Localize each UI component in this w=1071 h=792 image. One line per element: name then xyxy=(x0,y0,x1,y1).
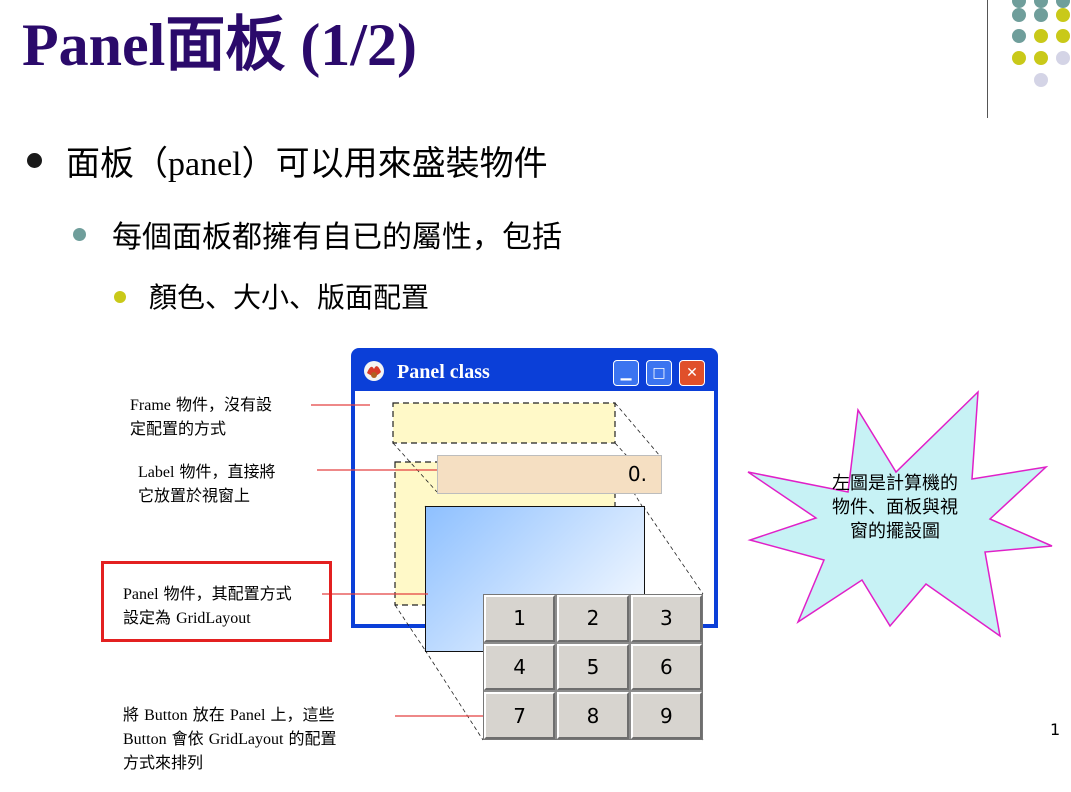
bullet-level1-latin: panel xyxy=(168,146,242,183)
annotation-button-line1: 將 Button 放在 Panel 上，這些 xyxy=(123,703,337,727)
dot-yellow xyxy=(1056,8,1070,22)
annotation-frame-line2: 定配置的方式 xyxy=(130,419,227,438)
annotation-button-text: 放在 xyxy=(187,705,230,724)
bullet-level3: 顏色、大小、版面配置 xyxy=(149,281,430,314)
dot-yellow xyxy=(1034,51,1048,65)
annotation-label-latin: Label xyxy=(138,464,175,481)
bullet-level1: 面板（panel）可以用來盛裝物件 xyxy=(66,136,548,185)
annotation-panel: Panel 物件，其配置方式 設定為 GridLayout xyxy=(123,582,292,630)
maximize-button[interactable]: □ xyxy=(646,360,672,386)
annotation-button-latin: Button xyxy=(144,707,188,724)
keypad-button-8[interactable]: 8 xyxy=(557,692,629,739)
annotation-frame-text: 物件，沒有設 xyxy=(170,395,272,414)
dot-yellow xyxy=(1012,51,1026,65)
dot-yellow xyxy=(1056,29,1070,43)
annotation-button-text: 上，這些 xyxy=(265,705,335,724)
bullet-marker-level1 xyxy=(27,153,42,168)
annotation-button-text: 將 xyxy=(123,705,145,724)
keypad-button-5[interactable]: 5 xyxy=(557,643,629,691)
annotation-button-latin: Panel xyxy=(229,707,266,724)
annotation-label-text: 物件，直接將 xyxy=(174,462,276,481)
maximize-icon: □ xyxy=(652,365,666,381)
title-divider xyxy=(987,0,988,118)
annotation-label-line2: 它放置於視窗上 xyxy=(138,486,251,505)
callout-line: 物件、面板與視 xyxy=(832,497,958,518)
dot-teal xyxy=(1012,0,1026,8)
dot-teal xyxy=(1034,8,1048,22)
keypad-button-2[interactable]: 2 xyxy=(557,595,629,642)
annotation-label: Label 物件，直接將 它放置於視窗上 xyxy=(138,460,276,507)
annotation-button-line2: Button 會依 GridLayout 的配置 xyxy=(123,727,337,751)
bullet-level1-text: 面板（ xyxy=(66,144,168,184)
close-button[interactable]: ✕ xyxy=(679,360,705,386)
keypad-button-7[interactable]: 7 xyxy=(484,692,556,739)
annotation-frame-latin: Frame xyxy=(130,397,171,414)
annotation-frame-line1: Frame 物件，沒有設 xyxy=(130,393,272,417)
window-title: Panel class xyxy=(397,361,490,383)
dot-teal xyxy=(1034,0,1048,8)
callout-line: 左圖是計算機的 xyxy=(832,473,958,494)
annotation-panel-text: 物件，其配置方式 xyxy=(158,584,292,603)
bullet-level1-text-end: ）可以用來盛裝物件 xyxy=(241,144,548,184)
annotation-button: 將 Button 放在 Panel 上，這些 Button 會依 GridLay… xyxy=(123,703,337,774)
annotation-button-latin: GridLayout xyxy=(208,731,284,748)
annotation-button-latin: Button xyxy=(123,731,167,748)
keypad-button-3[interactable]: 3 xyxy=(630,595,702,642)
minimize-button[interactable]: ▁ xyxy=(613,360,639,386)
keypad-button-9[interactable]: 9 xyxy=(630,692,702,739)
annotation-panel-latin: Panel xyxy=(123,586,159,603)
dot-lavender xyxy=(1056,51,1070,65)
dot-teal xyxy=(1056,0,1070,8)
annotation-panel-line2-text: 設定為 xyxy=(123,608,177,627)
annotation-frame: Frame 物件，沒有設 定配置的方式 xyxy=(130,393,272,440)
page-number: 1 xyxy=(1050,720,1061,739)
callout-line: 窗的擺設圖 xyxy=(850,521,940,542)
annotation-button-text: 的配置 xyxy=(283,729,337,748)
slide-title: Panel面板 (1/2) xyxy=(22,12,417,78)
annotation-button-text: 會依 xyxy=(166,729,209,748)
bullet-level2: 每個面板都擁有自已的屬性，包括 xyxy=(112,220,562,255)
bullet-marker-level2 xyxy=(73,228,86,241)
annotation-label-line1: Label 物件，直接將 xyxy=(138,460,276,484)
close-icon: ✕ xyxy=(686,365,698,381)
dot-yellow xyxy=(1034,29,1048,43)
callout-text: 左圖是計算機的 物件、面板與視 窗的擺設圖 xyxy=(800,472,990,544)
annotation-panel-line2: 設定為 GridLayout xyxy=(123,606,292,630)
minimize-icon: ▁ xyxy=(620,365,632,381)
keypad-grid: 1 2 3 4 5 6 7 8 9 xyxy=(483,594,703,740)
annotation-panel-line1: Panel 物件，其配置方式 xyxy=(123,582,292,606)
annotation-panel-line2-latin: GridLayout xyxy=(176,610,251,627)
dot-lavender xyxy=(1034,73,1048,87)
annotation-button-line3: 方式來排列 xyxy=(123,753,204,772)
dot-teal xyxy=(1012,29,1026,43)
bullet-marker-level3 xyxy=(114,291,126,303)
keypad-button-1[interactable]: 1 xyxy=(484,595,556,642)
keypad-button-4[interactable]: 4 xyxy=(484,643,556,691)
java-app-icon xyxy=(361,359,387,383)
calculator-display-label: 0. xyxy=(437,455,662,494)
dot-teal xyxy=(1012,8,1026,22)
keypad-button-6[interactable]: 6 xyxy=(630,643,702,691)
